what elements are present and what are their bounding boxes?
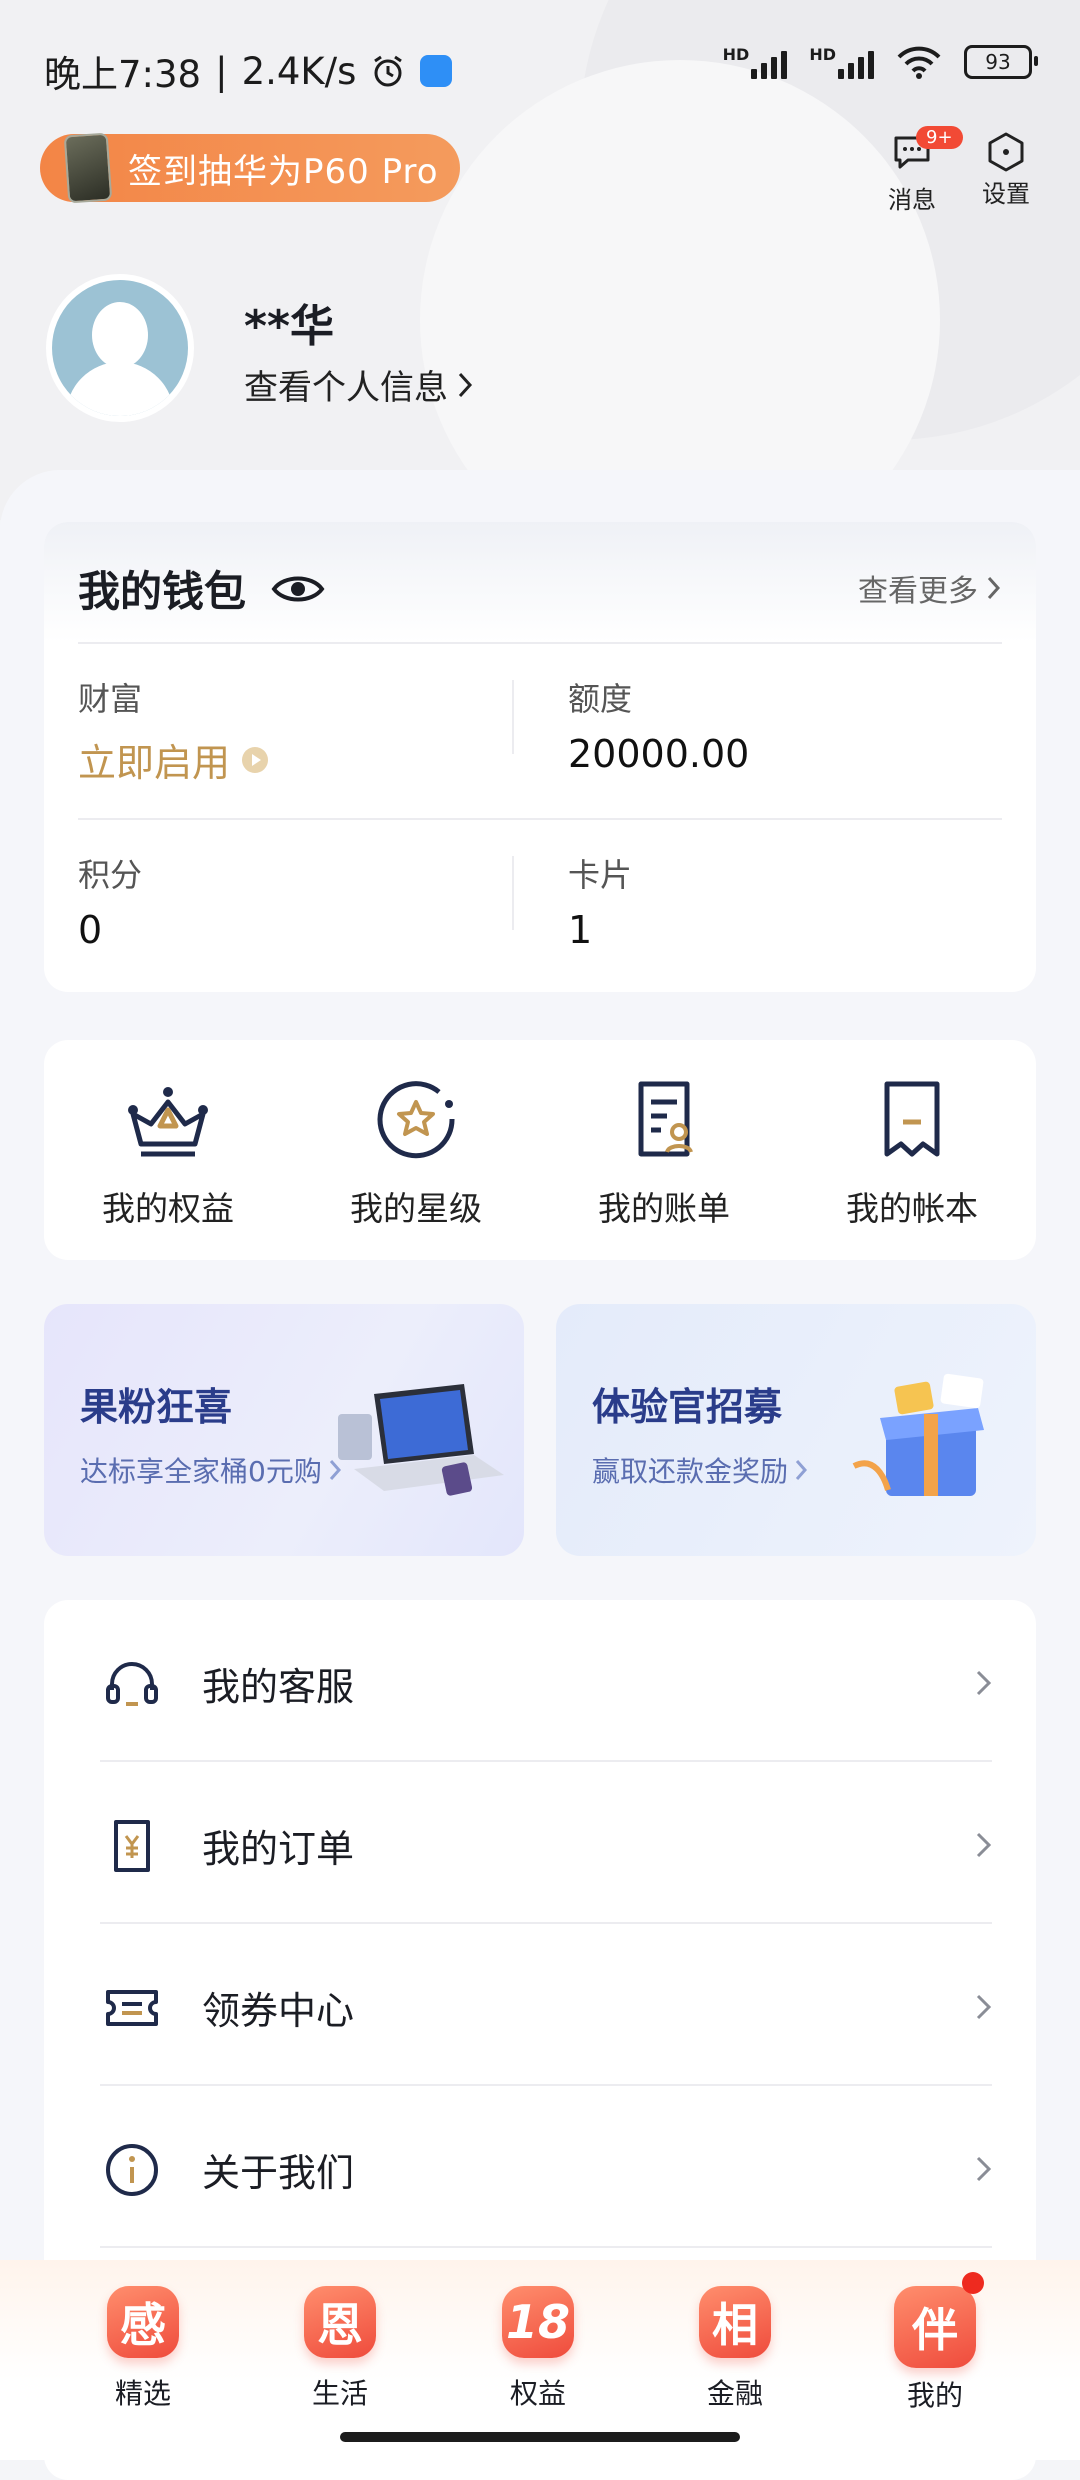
status-bar: 晚上7:38 | 2.4K/s HD HD 93 [0, 0, 1080, 130]
notification-dot [962, 2272, 984, 2294]
coupon-icon [106, 1990, 158, 2026]
status-time: 晚上7:38 [44, 53, 202, 96]
quick-actions: 我的权益 我的星级 我的账单 我的帐本 [44, 1040, 1036, 1260]
wifi-icon [897, 46, 941, 79]
tab-life[interactable]: 恩 生活 [265, 2286, 415, 2412]
cards-value[interactable]: 1 [568, 908, 592, 952]
quick-action-ledger[interactable]: 我的帐本 [788, 1040, 1036, 1260]
status-right: HD HD 93 [723, 44, 1038, 80]
wallet-card: 我的钱包 查看更多 财富 立即启用 额度 20000.00 积分 0 卡片 1 [44, 522, 1036, 992]
battery-icon: 93 [964, 45, 1038, 79]
messages-button[interactable]: 9+ 消息 [888, 126, 963, 215]
tab-featured-icon: 感 [107, 2286, 179, 2358]
bill-icon [638, 1081, 693, 1157]
quick-action-benefits[interactable]: 我的权益 [44, 1040, 292, 1260]
crown-icon [128, 1087, 208, 1157]
points-label: 积分 [78, 856, 143, 894]
settings-label: 设置 [982, 180, 1030, 208]
banner-apple-fans[interactable]: 果粉狂喜 达标享全家桶0元购 [44, 1304, 524, 1556]
tab-benefits[interactable]: 18 权益 [463, 2286, 613, 2412]
play-circle-icon [242, 746, 269, 773]
quick-action-bill[interactable]: 我的账单 [540, 1040, 788, 1260]
star-badge-icon [377, 1081, 455, 1159]
menu-item-about-us[interactable]: 关于我们 [44, 2086, 1036, 2248]
eye-icon[interactable] [270, 571, 326, 607]
avatar[interactable] [46, 274, 194, 422]
phone-image [63, 132, 113, 204]
tab-mine-icon: 伴 [894, 2286, 976, 2368]
cards-label: 卡片 [568, 856, 633, 894]
menu-item-coupon-center[interactable]: 领券中心 [44, 1924, 1036, 2086]
tab-mine[interactable]: 伴 我的 [860, 2286, 1010, 2414]
messages-label: 消息 [888, 186, 936, 214]
status-left: 晚上7:38 | 2.4K/s [44, 44, 453, 98]
tab-benefits-icon: 18 [502, 2286, 574, 2358]
limit-label: 额度 [568, 680, 633, 718]
network-speed: 2.4K/s [241, 49, 357, 93]
chevron-right-icon [976, 1832, 992, 1858]
gift-box-image [852, 1373, 984, 1496]
chevron-right-icon [987, 576, 1001, 600]
quick-action-star-level[interactable]: 我的星级 [292, 1040, 540, 1260]
chevron-right-icon [976, 1670, 992, 1696]
tab-finance[interactable]: 相 金融 [660, 2286, 810, 2412]
home-indicator[interactable] [340, 2432, 740, 2442]
points-value[interactable]: 0 [78, 908, 102, 952]
chevron-right-icon [458, 372, 473, 397]
info-icon [106, 2144, 158, 2196]
limit-value[interactable]: 20000.00 [568, 732, 749, 776]
user-name: **华 [244, 301, 335, 352]
banner-experience-officer[interactable]: 体验官招募 赢取还款金奖励 [556, 1304, 1036, 1556]
settings-button[interactable]: 设置 [982, 130, 1030, 209]
menu-item-customer-service[interactable]: 我的客服 [44, 1600, 1036, 1762]
signal-icon: HD [723, 45, 788, 79]
headset-icon [106, 1662, 158, 1706]
alarm-icon [374, 55, 403, 87]
wallet-title: 我的钱包 [78, 558, 326, 619]
wealth-enable-button[interactable]: 立即启用 [78, 732, 270, 787]
wealth-label: 财富 [78, 680, 143, 718]
chevron-right-icon [795, 1460, 808, 1480]
chevron-right-icon [976, 2156, 992, 2182]
order-icon [114, 1820, 150, 1872]
wallet-more-link[interactable]: 查看更多 [858, 566, 1002, 610]
signal-icon-2: HD [809, 45, 874, 79]
ledger-icon [884, 1081, 940, 1157]
promo-signin-banner[interactable]: 签到抽华为P60 Pro [40, 132, 460, 204]
settings-icon [988, 132, 1024, 172]
notification-app-icon [420, 55, 453, 87]
menu-item-orders[interactable]: 我的订单 [44, 1762, 1036, 1924]
tab-finance-icon: 相 [699, 2286, 771, 2358]
tab-life-icon: 恩 [304, 2286, 376, 2358]
messages-badge: 9+ [916, 126, 963, 149]
tab-featured[interactable]: 感 精选 [68, 2286, 218, 2412]
laptop-image [338, 1384, 504, 1496]
chevron-right-icon [976, 1994, 992, 2020]
view-profile-link[interactable]: 查看个人信息 [244, 360, 474, 409]
promo-text: 签到抽华为P60 Pro [128, 151, 439, 192]
